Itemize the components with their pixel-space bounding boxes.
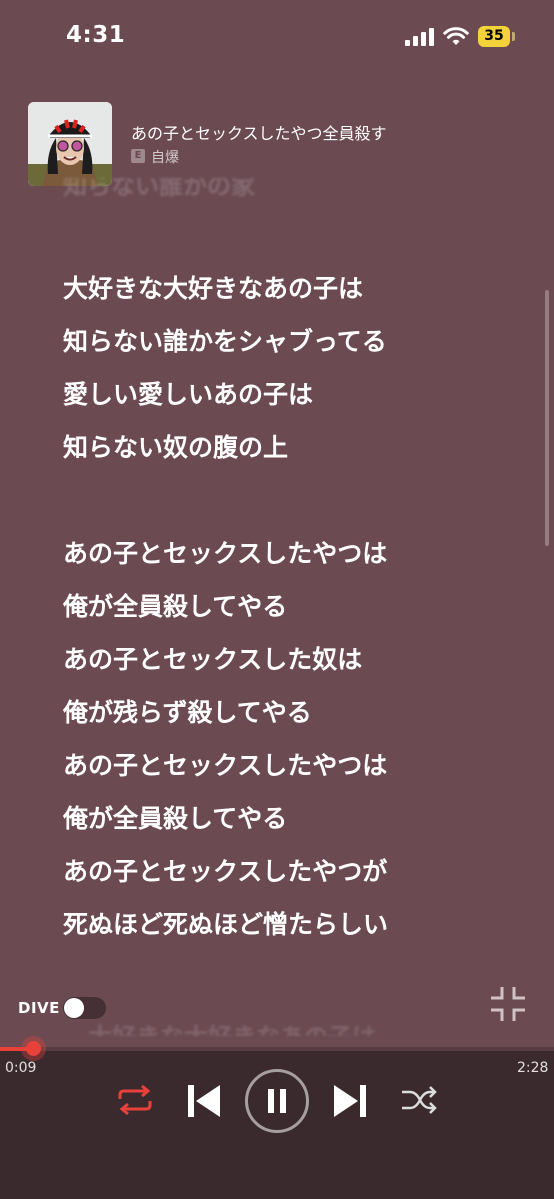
previous-track-icon[interactable]	[186, 1083, 222, 1119]
lyrics-scrollbar[interactable]	[545, 290, 549, 546]
progress-thumb[interactable]	[26, 1041, 41, 1056]
lyric-line[interactable]: 知らない奴の腹の上	[63, 428, 503, 481]
pause-button[interactable]	[245, 1069, 309, 1133]
lyric-line[interactable]: あの子とセックスした奴は	[63, 640, 503, 693]
lyrics-view[interactable]: 大好きな大好きなあの子は 知らない誰かをシャブってる 愛しい愛しいあの子は 知らない奴…	[63, 269, 503, 958]
lyric-line[interactable]: あの子とセックスしたやつは	[63, 746, 503, 799]
album-art[interactable]	[28, 102, 112, 186]
cellular-signal-icon	[405, 28, 435, 46]
lyric-gap	[63, 481, 503, 534]
lyric-line[interactable]: あの子とセックスしたやつが	[63, 852, 503, 905]
lyric-line[interactable]: あの子とセックスしたやつは	[63, 534, 503, 587]
status-time: 4:31	[66, 22, 126, 48]
next-track-icon[interactable]	[332, 1083, 368, 1119]
wifi-icon	[443, 27, 469, 45]
artist-name[interactable]: 自爆	[151, 147, 179, 167]
dive-toggle-knob	[64, 998, 84, 1018]
battery-indicator: 35	[478, 26, 510, 47]
album-art-image	[28, 102, 112, 186]
lyric-line[interactable]: 死ぬほど死ぬほど憎たらしい	[63, 905, 503, 958]
lyric-line[interactable]: 俺が残らず殺してやる	[63, 693, 503, 746]
status-bar: 4:31 35	[0, 0, 554, 76]
previous-lyric-line[interactable]: 知らない誰かの家	[63, 178, 363, 200]
explicit-badge: E	[131, 149, 145, 163]
battery-tip	[512, 32, 515, 41]
repeat-icon[interactable]	[116, 1085, 154, 1115]
collapse-icon[interactable]	[489, 985, 527, 1023]
lyric-line[interactable]: 知らない誰かをシャブってる	[63, 322, 503, 375]
lyric-line[interactable]: 俺が全員殺してやる	[63, 587, 503, 640]
total-time: 2:28	[517, 1060, 549, 1076]
next-lyric-line[interactable]: 大好きな大好きなあの子は	[88, 1014, 408, 1036]
lyric-line[interactable]: 愛しい愛しいあの子は	[63, 375, 503, 428]
elapsed-time: 0:09	[5, 1060, 37, 1076]
shuffle-icon[interactable]	[400, 1085, 438, 1115]
dive-toggle[interactable]	[63, 997, 106, 1019]
dive-label: DIVE	[18, 999, 60, 1017]
lyric-line[interactable]: 俺が全員殺してやる	[63, 799, 503, 852]
pause-icon	[268, 1089, 286, 1113]
lyric-line[interactable]: 大好きな大好きなあの子は	[63, 269, 503, 322]
track-title[interactable]: あの子とセックスしたやつ全員殺す	[131, 120, 387, 144]
